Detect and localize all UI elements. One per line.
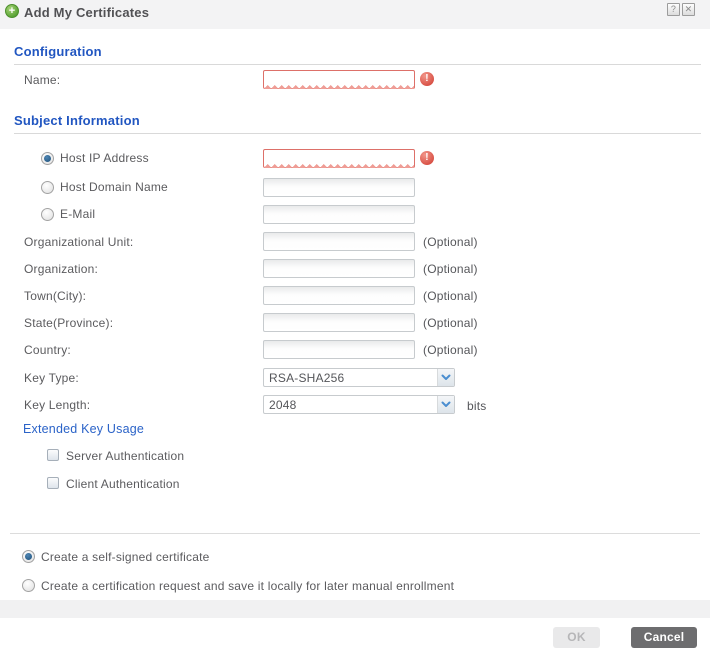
name-error-icon: ! (420, 72, 434, 86)
optional-note: (Optional) (423, 235, 478, 249)
organization-label: Organization: (24, 262, 98, 276)
organization-row: Organization: (Optional) (0, 259, 710, 279)
key-type-row: Key Type: RSA-SHA256 (0, 368, 710, 388)
extended-key-usage-row: Extended Key Usage (0, 420, 710, 440)
country-label: Country: (24, 343, 71, 357)
org-unit-row: Organizational Unit: (Optional) (0, 232, 710, 252)
self-signed-radio[interactable] (22, 550, 35, 563)
host-domain-label: Host Domain Name (60, 180, 168, 194)
dialog-title: Add My Certificates (24, 5, 149, 20)
self-signed-label: Create a self-signed certificate (41, 550, 209, 564)
bits-unit-label: bits (467, 399, 486, 413)
town-row: Town(City): (Optional) (0, 286, 710, 306)
self-signed-row: Create a self-signed certificate (0, 548, 710, 568)
host-ip-label: Host IP Address (60, 151, 149, 165)
server-auth-row: Server Authentication (0, 447, 710, 467)
server-auth-label: Server Authentication (66, 449, 184, 463)
name-input[interactable] (263, 70, 415, 89)
dialog-titlebar: + Add My Certificates ? ✕ (0, 0, 710, 29)
host-domain-input[interactable] (263, 178, 415, 197)
optional-note: (Optional) (423, 343, 478, 357)
client-auth-label: Client Authentication (66, 477, 180, 491)
email-input[interactable] (263, 205, 415, 224)
state-label: State(Province): (24, 316, 113, 330)
chevron-down-icon (437, 369, 454, 386)
name-row: Name: ! (0, 70, 710, 90)
email-radio[interactable] (41, 208, 54, 221)
organization-input[interactable] (263, 259, 415, 278)
help-icon[interactable]: ? (667, 3, 680, 16)
host-ip-error-icon: ! (420, 151, 434, 165)
server-auth-checkbox[interactable] (47, 449, 59, 461)
cert-request-radio[interactable] (22, 579, 35, 592)
section-configuration: Configuration (14, 44, 701, 65)
country-row: Country: (Optional) (0, 340, 710, 360)
host-ip-row: Host IP Address ! (0, 149, 710, 169)
optional-note: (Optional) (423, 316, 478, 330)
key-type-select[interactable]: RSA-SHA256 (263, 368, 455, 387)
cert-request-row: Create a certification request and save … (0, 577, 710, 597)
org-unit-label: Organizational Unit: (24, 235, 133, 249)
host-domain-row: Host Domain Name (0, 178, 710, 198)
town-label: Town(City): (24, 289, 86, 303)
section-divider (10, 533, 700, 534)
org-unit-input[interactable] (263, 232, 415, 251)
key-length-select[interactable]: 2048 (263, 395, 455, 414)
key-type-label: Key Type: (24, 371, 79, 385)
client-auth-checkbox[interactable] (47, 477, 59, 489)
section-subject-information: Subject Information (14, 113, 701, 134)
ok-button[interactable]: OK (553, 627, 600, 648)
optional-note: (Optional) (423, 262, 478, 276)
email-label: E-Mail (60, 207, 95, 221)
email-row: E-Mail (0, 205, 710, 225)
host-ip-radio[interactable] (41, 152, 54, 165)
cert-request-label: Create a certification request and save … (41, 579, 454, 593)
name-label: Name: (24, 73, 60, 87)
client-auth-row: Client Authentication (0, 475, 710, 495)
cancel-button[interactable]: Cancel (631, 627, 697, 648)
optional-note: (Optional) (423, 289, 478, 303)
state-input[interactable] (263, 313, 415, 332)
town-input[interactable] (263, 286, 415, 305)
host-domain-radio[interactable] (41, 181, 54, 194)
key-length-value: 2048 (269, 398, 297, 412)
state-row: State(Province): (Optional) (0, 313, 710, 333)
footer-strip (0, 600, 710, 618)
key-length-label: Key Length: (24, 398, 90, 412)
chevron-down-icon (437, 396, 454, 413)
key-length-row: Key Length: 2048 bits (0, 395, 710, 415)
key-type-value: RSA-SHA256 (269, 371, 344, 385)
extended-key-usage-heading: Extended Key Usage (23, 422, 144, 436)
close-icon[interactable]: ✕ (682, 3, 695, 16)
add-plus-icon: + (5, 4, 19, 18)
country-input[interactable] (263, 340, 415, 359)
host-ip-input[interactable] (263, 149, 415, 168)
